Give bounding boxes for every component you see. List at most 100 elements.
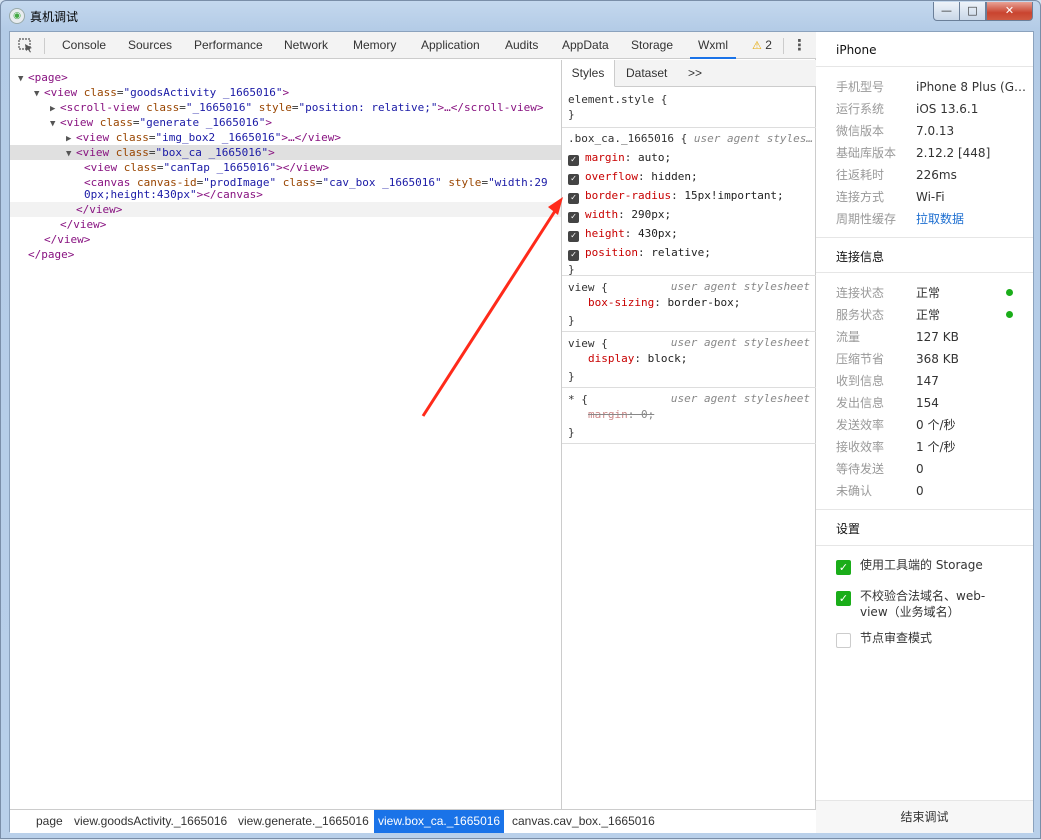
tab-application[interactable]: Application (421, 32, 480, 59)
divider (816, 66, 1033, 67)
style-rule-box-ca: .box_ca._1665016 { user agent styles… ✓ m… (562, 128, 816, 276)
style-prop-row: display: block; (588, 352, 688, 365)
inspect-element-icon[interactable] (18, 38, 34, 53)
style-prop-row[interactable]: ✓ margin: auto; (568, 150, 671, 166)
rule-selector: view { (568, 281, 608, 294)
status-ok-icon (1006, 311, 1013, 318)
tab-console[interactable]: Console (62, 32, 106, 59)
dom-tree: ▼ <page> ▼ <view class="goodsActivity _166… (10, 60, 561, 809)
client-area: Console Sources Performance Network Memo… (9, 31, 1034, 833)
conn-row: 服务状态 正常 (836, 304, 1026, 326)
conn-row: 未确认 0 (836, 484, 924, 498)
conn-row: 发出信息 154 (836, 396, 939, 410)
breadcrumb-item-active[interactable]: view.box_ca._1665016 (374, 810, 505, 833)
setting-label: 不校验合法域名、web-view（业务域名） (860, 589, 986, 619)
breadcrumb-item[interactable]: page (32, 810, 67, 833)
dom-node-can-tap[interactable]: <view class="canTap _1665016"></view> (10, 160, 561, 175)
dom-node-img-box2[interactable]: ▶ <view class="img_box2 _1665016">…</view… (10, 130, 561, 145)
styles-pane: Styles Dataset >> element.style { } .box… (561, 60, 816, 809)
dom-node-page[interactable]: ▼ <page> (10, 70, 561, 85)
end-debug-button[interactable]: 结束调试 (816, 800, 1033, 833)
info-row: 周期性缓存 拉取数据 (836, 208, 1026, 230)
devtools-tabbar: Console Sources Performance Network Memo… (10, 32, 816, 59)
app-window: ◉ 真机调试 — □ ✕ Console Sources Performance… (0, 0, 1041, 839)
setting-label: 使用工具端的 Storage (860, 558, 983, 572)
node-inspect-checkbox[interactable] (836, 633, 851, 648)
dom-node-box-ca-selected[interactable]: ▼ <view class="box_ca _1665016"> (10, 145, 561, 160)
title-bar: ◉ 真机调试 — □ ✕ (1, 1, 1040, 31)
checkbox-icon[interactable]: ✓ (568, 155, 579, 166)
close-button[interactable]: ✕ (986, 2, 1033, 21)
tab-more[interactable]: >> (688, 60, 702, 87)
tab-network[interactable]: Network (284, 32, 328, 59)
style-prop-row[interactable]: ✓ height: 430px; (568, 226, 678, 242)
warning-icon: ⚠ (752, 40, 762, 52)
minimize-button[interactable]: — (933, 2, 960, 21)
conn-row: 压缩节省 368 KB (836, 352, 959, 366)
toolbar-divider (783, 38, 784, 54)
style-prop-row: box-sizing: border-box; (588, 296, 741, 309)
more-options-icon[interactable]: ⋮ (792, 32, 807, 59)
tab-wxml[interactable]: Wxml (690, 32, 736, 59)
breadcrumb: page view.goodsActivity._1665016 view.ge… (10, 809, 816, 833)
dom-node-goods-activity[interactable]: ▼ <view class="goodsActivity _1665016"> (10, 85, 561, 100)
breadcrumb-item[interactable]: canvas.cav_box._1665016 (508, 810, 659, 833)
section-title-settings: 设置 (836, 522, 861, 536)
info-row: 微信版本 7.0.13 (836, 124, 955, 138)
style-prop-row[interactable]: ✓ overflow: hidden; (568, 169, 698, 185)
dom-node-canvas-cont: 0px;height:430px"></canvas> (84, 188, 263, 201)
tab-sources[interactable]: Sources (128, 32, 172, 59)
breadcrumb-item[interactable]: view.generate._1665016 (234, 810, 373, 833)
devtools-panel: Console Sources Performance Network Memo… (10, 32, 816, 833)
toolbar-divider (44, 38, 45, 54)
breadcrumb-item[interactable]: view.goodsActivity._1665016 (70, 810, 231, 833)
tab-storage[interactable]: Storage (631, 32, 673, 59)
divider (816, 237, 1033, 238)
style-prop-row[interactable]: ✓ position: relative; (568, 245, 711, 261)
dom-node-scroll-view[interactable]: ▶ <scroll-view class="_1665016" style="po… (10, 100, 561, 115)
info-row: 连接方式 Wi-Fi (836, 190, 945, 204)
device-sidebar: iPhone 手机型号 iPhone 8 Plus (G… 运行系统 iOS 13.… (816, 32, 1033, 833)
storage-checkbox[interactable]: ✓ (836, 560, 851, 575)
dom-close-view[interactable]: </view> (10, 202, 561, 217)
pull-data-link[interactable]: 拉取数据 (916, 208, 964, 230)
conn-row: 流量 127 KB (836, 330, 959, 344)
dom-close-view[interactable]: </view> (10, 232, 561, 247)
checkbox-icon[interactable]: ✓ (568, 250, 579, 261)
tab-performance[interactable]: Performance (194, 32, 263, 59)
dom-close-page[interactable]: </page> (10, 247, 561, 262)
tab-appdata[interactable]: AppData (562, 32, 609, 59)
section-title-connection: 连接信息 (836, 250, 885, 264)
setting-label: 节点审查模式 (860, 631, 933, 645)
style-prop-row[interactable]: ✓ width: 290px; (568, 207, 671, 223)
dom-node-generate[interactable]: ▼ <view class="generate _1665016"> (10, 115, 561, 130)
skip-domain-check-checkbox[interactable]: ✓ (836, 591, 851, 606)
tab-styles[interactable]: Styles (562, 60, 615, 87)
tab-dataset[interactable]: Dataset (626, 60, 667, 87)
checkbox-icon[interactable]: ✓ (568, 174, 579, 185)
style-rule-element: element.style { } (562, 88, 816, 128)
info-row: 往返耗时 226ms (836, 168, 957, 182)
checkbox-icon[interactable]: ✓ (568, 193, 579, 204)
status-ok-icon (1006, 289, 1013, 296)
style-prop-row[interactable]: ✓ border-radius: 15px!important; (568, 188, 784, 204)
device-title: iPhone (836, 43, 877, 57)
info-row: 运行系统 iOS 13.6.1 (836, 102, 979, 116)
info-row: 基础库版本 2.12.2 [448] (836, 146, 991, 160)
checkbox-icon[interactable]: ✓ (568, 231, 579, 242)
conn-row: 发送效率 0 个/秒 (836, 418, 956, 432)
warning-count: 2 (765, 38, 772, 52)
maximize-button[interactable]: □ (959, 2, 986, 21)
divider (816, 545, 1033, 546)
warnings-counter[interactable]: ⚠ 2 (752, 32, 772, 59)
dom-close-view[interactable]: </view> (10, 217, 561, 232)
rule-selector: .box_ca._1665016 { user agent styles… (568, 132, 814, 145)
checkbox-icon[interactable]: ✓ (568, 212, 579, 223)
tab-memory[interactable]: Memory (353, 32, 396, 59)
style-rule-view-2: view { user agent stylesheet display: bl… (562, 332, 816, 388)
overridden-prop-row: margin: 0; (588, 408, 655, 421)
tab-audits[interactable]: Audits (505, 32, 538, 59)
rule-selector: view { (568, 337, 608, 350)
conn-row: 收到信息 147 (836, 374, 939, 388)
info-row: 手机型号 iPhone 8 Plus (G… (836, 80, 1026, 94)
